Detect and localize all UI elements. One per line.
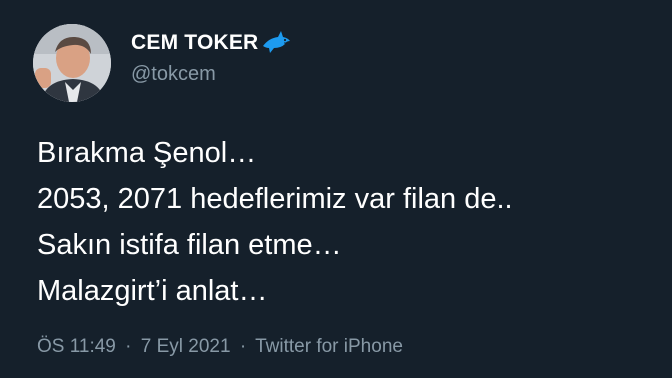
tweet-line: Sakın istifa filan etme… xyxy=(37,229,342,261)
tweet-card: CEM TOKER @tokcem Bırakma Şenol… 2053, 2… xyxy=(0,0,672,378)
tweet-line: 2053, 2071 hedeflerimiz var filan de.. xyxy=(37,183,513,215)
author-display-name[interactable]: CEM TOKER xyxy=(131,31,258,55)
meta-separator: · xyxy=(239,336,247,357)
tweet-date[interactable]: 7 Eyl 2021 xyxy=(141,336,231,357)
tweet-source[interactable]: Twitter for iPhone xyxy=(255,336,403,357)
tweet-time[interactable]: ÖS 11:49 xyxy=(37,336,116,357)
shark-icon xyxy=(261,30,291,56)
avatar-photo xyxy=(33,24,111,102)
tweet-meta: ÖS 11:49 · 7 Eyl 2021 · Twitter for iPho… xyxy=(37,336,403,358)
author-name-row[interactable]: CEM TOKER xyxy=(131,29,291,57)
meta-separator: · xyxy=(125,336,132,357)
author-handle[interactable]: @tokcem xyxy=(131,63,216,86)
avatar[interactable] xyxy=(33,24,111,102)
tweet-text: Bırakma Şenol… 2053, 2071 hedeflerimiz v… xyxy=(37,130,657,314)
tweet-line: Malazgirt’i anlat… xyxy=(37,275,268,307)
tweet-line: Bırakma Şenol… xyxy=(37,137,257,169)
